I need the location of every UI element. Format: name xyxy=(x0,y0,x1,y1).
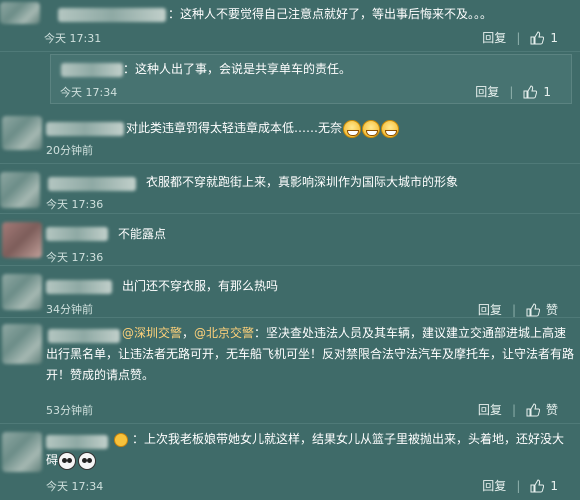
username[interactable] xyxy=(46,280,112,294)
comment-time: 今天 17:34 xyxy=(46,480,104,493)
username[interactable] xyxy=(46,227,108,241)
action-separator: | xyxy=(516,30,521,45)
comment-text: 衣服都不穿就跑街上来，真影响深圳作为国际大城市的形象 xyxy=(146,175,459,189)
action-separator: | xyxy=(511,402,516,417)
username[interactable] xyxy=(61,63,123,77)
comment-item: ：上次我老板娘带她女儿就这样，结果女儿从篮子里被抛出来，头着地，还好没大碍 今天… xyxy=(0,426,580,500)
avatar[interactable] xyxy=(2,274,42,310)
mention-link[interactable]: @深圳交警 xyxy=(122,326,182,340)
comment-item: @深圳交警，@北京交警：坚决查处违法人员及其车辆，建议建立交通部进城上高速出行黑… xyxy=(0,320,580,424)
comment-item: 出门还不穿衣服，有那么热吗 34分钟前 回复 | 赞 xyxy=(0,268,580,318)
reply-button[interactable]: 回复 xyxy=(478,301,502,318)
avatar[interactable] xyxy=(2,222,42,258)
like-button[interactable]: 1 xyxy=(530,31,558,45)
comment-time: 今天 17:36 xyxy=(46,251,104,264)
comment-text: ：上次我老板娘带她女儿就这样，结果女儿从篮子里被抛出来，头着地，还好没大碍 xyxy=(46,429,574,471)
comment-actions: 回复 | 赞 xyxy=(478,401,558,418)
avatar[interactable] xyxy=(2,324,42,364)
grin-emoji-icon xyxy=(362,119,381,138)
comment-time: 今天 17:36 xyxy=(46,198,104,211)
like-count: 1 xyxy=(550,478,558,493)
mention-separator: ， xyxy=(182,326,195,340)
action-separator: | xyxy=(509,84,514,99)
comment-time: 53分钟前 xyxy=(46,404,93,417)
comment-text: ：这种人出了事，会说是共享单车的责任。 xyxy=(123,62,352,76)
like-button[interactable]: 1 xyxy=(530,479,558,493)
comment-time: 20分钟前 xyxy=(46,144,93,157)
crown-badge-icon xyxy=(114,432,128,447)
comment-item: 不能露点 今天 17:36 xyxy=(0,216,580,266)
panda-emoji-icon xyxy=(78,451,97,470)
like-label: 赞 xyxy=(545,303,558,317)
panda-emoji-icon xyxy=(58,451,77,470)
username[interactable] xyxy=(46,122,124,136)
comment-time: 34分钟前 xyxy=(46,303,93,316)
comment-item: ：这种人不要觉得自己注意点就好了，等出事后悔来不及。。。 今天 17:31 回复… xyxy=(0,0,580,52)
comment-text: 对此类违章罚得太轻违章成本低……无奈 xyxy=(126,118,400,139)
thumbs-up-icon xyxy=(526,402,540,416)
comment-text: ：这种人不要觉得自己注意点就好了，等出事后悔来不及。。。 xyxy=(168,7,493,21)
thumbs-up-icon xyxy=(526,302,540,316)
username[interactable] xyxy=(48,177,136,191)
comment-actions: 回复 | 1 xyxy=(475,83,551,100)
comment-item: 对此类违章罚得太轻违章成本低……无奈 20分钟前 xyxy=(0,108,580,164)
grin-emoji-icon xyxy=(343,119,362,138)
comment-item: 衣服都不穿就跑街上来，真影响深圳作为国际大城市的形象 今天 17:36 xyxy=(0,166,580,214)
action-separator: | xyxy=(516,478,521,493)
like-count: 1 xyxy=(543,84,551,99)
reply-button[interactable]: 回复 xyxy=(478,401,502,418)
thumbs-up-icon xyxy=(530,30,545,44)
username[interactable] xyxy=(58,8,166,22)
reply-button[interactable]: 回复 xyxy=(475,83,499,100)
comment-time: 今天 17:34 xyxy=(60,86,118,99)
thumbs-up-icon xyxy=(530,478,545,492)
comment-text: @深圳交警，@北京交警：坚决查处违法人员及其车辆，建议建立交通部进城上高速出行黑… xyxy=(46,323,574,386)
comment-text: 出门还不穿衣服，有那么热吗 xyxy=(122,279,279,293)
like-button[interactable]: 赞 xyxy=(526,401,558,418)
comment-body: 对此类违章罚得太轻违章成本低……无奈 xyxy=(126,121,343,135)
comment-actions: 回复 | 1 xyxy=(482,29,558,46)
comment-actions: 回复 | 赞 xyxy=(478,301,558,318)
avatar[interactable] xyxy=(0,172,40,208)
like-button[interactable]: 赞 xyxy=(526,301,558,318)
nested-reply: ：这种人出了事，会说是共享单车的责任。 今天 17:34 回复 | 1 xyxy=(50,54,572,104)
avatar[interactable] xyxy=(0,2,40,24)
like-button[interactable]: 1 xyxy=(523,85,551,99)
avatar[interactable] xyxy=(2,116,42,150)
comment-time: 今天 17:31 xyxy=(44,32,102,45)
grin-emoji-icon xyxy=(381,119,400,138)
mention-link[interactable]: @北京交警 xyxy=(194,326,254,340)
like-count: 1 xyxy=(550,30,558,45)
thumbs-up-icon xyxy=(523,84,538,98)
avatar[interactable] xyxy=(2,432,42,472)
comment-text: 不能露点 xyxy=(118,227,167,241)
comment-actions: 回复 | 1 xyxy=(482,477,558,494)
like-label: 赞 xyxy=(545,403,558,417)
reply-button[interactable]: 回复 xyxy=(482,477,506,494)
reply-button[interactable]: 回复 xyxy=(482,29,506,46)
action-separator: | xyxy=(511,302,516,317)
